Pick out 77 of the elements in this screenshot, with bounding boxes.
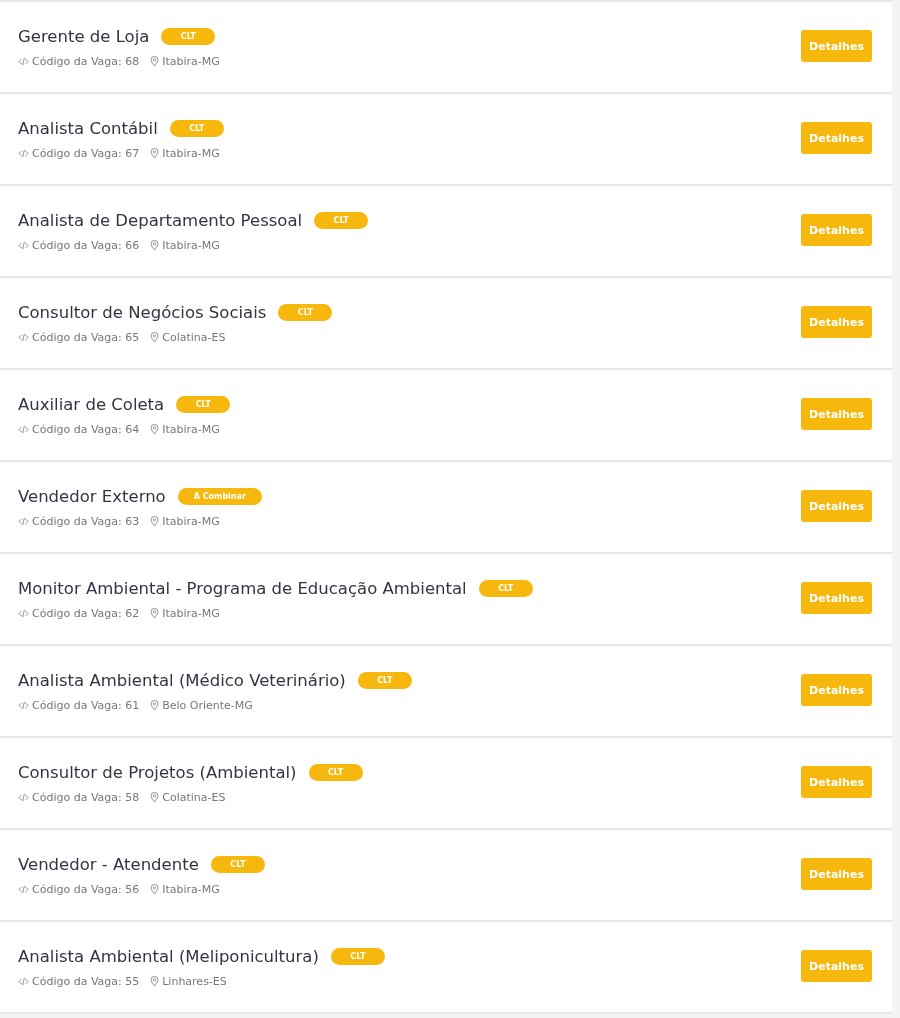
- job-title: Analista de Departamento Pessoal: [18, 210, 303, 230]
- contract-badge: CLT: [210, 855, 265, 873]
- job-location: Itabira-MG: [162, 422, 220, 436]
- job-title: Gerente de Loja: [18, 26, 150, 46]
- location-pin-icon: [150, 147, 160, 159]
- job-location: Itabira-MG: [162, 54, 220, 68]
- details-button[interactable]: Detalhes: [801, 950, 872, 982]
- code-icon: [18, 975, 29, 987]
- job-code: Código da Vaga: 61: [32, 698, 140, 712]
- code-icon: [18, 55, 29, 67]
- location-pin-icon: [150, 791, 160, 803]
- contract-badge: CLT: [308, 763, 363, 781]
- contract-badge: A Combinar: [177, 487, 262, 505]
- job-location: Belo Oriente-MG: [162, 698, 253, 712]
- code-icon: [18, 699, 29, 711]
- location-pin-icon: [150, 423, 160, 435]
- job-title: Auxiliar de Coleta: [18, 394, 165, 414]
- location-pin-icon: [150, 883, 160, 895]
- code-icon: [18, 423, 29, 435]
- details-button[interactable]: Detalhes: [801, 858, 872, 890]
- job-title: Consultor de Projetos (Ambiental): [18, 762, 297, 782]
- job-location: Linhares-ES: [162, 974, 227, 988]
- job-code: Código da Vaga: 56: [32, 882, 140, 896]
- job-title: Consultor de Negócios Sociais: [18, 302, 267, 322]
- details-button[interactable]: Detalhes: [801, 582, 872, 614]
- location-pin-icon: [150, 607, 160, 619]
- location-pin-icon: [150, 331, 160, 343]
- details-button[interactable]: Detalhes: [801, 490, 872, 522]
- location-pin-icon: [150, 699, 160, 711]
- location-pin-icon: [150, 55, 160, 67]
- contract-badge: CLT: [314, 211, 369, 229]
- contract-badge: CLT: [161, 27, 216, 45]
- job-title: Vendedor - Atendente: [18, 854, 199, 874]
- contract-badge: CLT: [278, 303, 333, 321]
- job-code: Código da Vaga: 64: [32, 422, 140, 436]
- code-icon: [18, 883, 29, 895]
- contract-badge: CLT: [169, 119, 224, 137]
- details-button[interactable]: Detalhes: [801, 766, 872, 798]
- job-location: Itabira-MG: [162, 238, 220, 252]
- job-location: Colatina-ES: [162, 330, 226, 344]
- location-pin-icon: [150, 239, 160, 251]
- contract-badge: CLT: [357, 671, 412, 689]
- job-title: Monitor Ambiental - Programa de Educação Ambiental: [18, 578, 467, 598]
- job-location: Itabira-MG: [162, 514, 220, 528]
- details-button[interactable]: Detalhes: [801, 674, 872, 706]
- code-icon: [18, 331, 29, 343]
- code-icon: [18, 791, 29, 803]
- job-code: Código da Vaga: 68: [32, 54, 140, 68]
- contract-badge: CLT: [176, 395, 231, 413]
- job-code: Código da Vaga: 66: [32, 238, 140, 252]
- code-icon: [18, 147, 29, 159]
- job-title: Analista Ambiental (Médico Veterinário): [18, 670, 346, 690]
- job-title: Vendedor Externo: [18, 486, 166, 506]
- code-icon: [18, 515, 29, 527]
- details-button[interactable]: Detalhes: [801, 306, 872, 338]
- code-icon: [18, 607, 29, 619]
- job-code: Código da Vaga: 62: [32, 606, 140, 620]
- job-title: Analista Ambiental (Meliponicultura): [18, 946, 319, 966]
- job-code: Código da Vaga: 67: [32, 146, 140, 160]
- job-code: Código da Vaga: 58: [32, 790, 140, 804]
- code-icon: [18, 239, 29, 251]
- job-code: Código da Vaga: 63: [32, 514, 140, 528]
- contract-badge: CLT: [478, 579, 533, 597]
- job-location: Itabira-MG: [162, 146, 220, 160]
- details-button[interactable]: Detalhes: [801, 30, 872, 62]
- details-button[interactable]: Detalhes: [801, 398, 872, 430]
- job-title: Analista Contábil: [18, 118, 158, 138]
- details-button[interactable]: Detalhes: [801, 214, 872, 246]
- job-location: Itabira-MG: [162, 882, 220, 896]
- location-pin-icon: [150, 515, 160, 527]
- contract-badge: CLT: [330, 947, 385, 965]
- job-location: Itabira-MG: [162, 606, 220, 620]
- job-code: Código da Vaga: 65: [32, 330, 140, 344]
- job-location: Colatina-ES: [162, 790, 226, 804]
- details-button[interactable]: Detalhes: [801, 122, 872, 154]
- location-pin-icon: [150, 975, 160, 987]
- job-code: Código da Vaga: 55: [32, 974, 140, 988]
